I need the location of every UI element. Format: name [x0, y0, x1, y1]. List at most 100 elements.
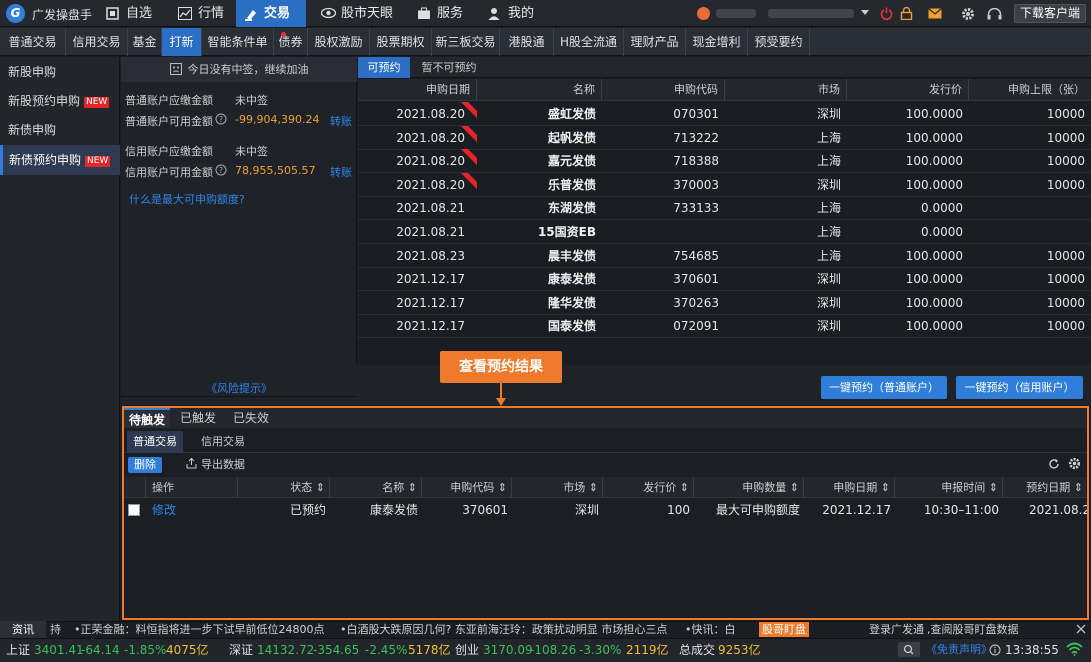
edit-link[interactable]: 修改	[146, 499, 238, 522]
tab-not-reservable[interactable]: 暂不可预约	[414, 57, 484, 78]
help-icon[interactable]: ?	[215, 113, 227, 125]
col-price[interactable]: 发行价 ⇕	[603, 477, 694, 498]
disclaimer-link[interactable]: 《免责声明》	[926, 638, 992, 662]
table-row[interactable]: 2021.08.20 嘉元发债 718388 上海 100.0000 10000	[358, 149, 1091, 174]
delete-button[interactable]: 删除	[128, 457, 162, 473]
table-row[interactable]: 2021.08.20 盛虹发债 070301 深圳 100.0000 10000	[358, 102, 1091, 126]
index-sh-label[interactable]: 上证	[6, 638, 30, 662]
subnav-tab-7[interactable]: 股票期权	[370, 28, 432, 56]
risk-warning-link[interactable]: 《风险提示》	[121, 380, 357, 396]
ticker-news-item[interactable]: •白酒股大跌原因几何? 东亚前海汪玲：政策扰动明显 市场担心三点	[340, 621, 679, 638]
sidebar-item-ipo[interactable]: 新股申购	[0, 57, 120, 87]
download-client-button[interactable]: 下载客户端	[1014, 4, 1086, 23]
lock-icon[interactable]	[900, 7, 913, 20]
login-link[interactable]: 登录广发通	[869, 621, 924, 638]
sidebar-item-label: 新股申购	[8, 65, 57, 79]
subnav-tab-8[interactable]: 新三板交易	[432, 28, 500, 56]
max-amount-link[interactable]: 什么是最大可申购额度?	[129, 191, 245, 207]
cell-date: 2021.12.17	[396, 295, 465, 310]
subnav-tab-6[interactable]: 股权激励	[308, 28, 370, 56]
index-sz-label[interactable]: 深证	[229, 638, 253, 662]
subnav-tab-9[interactable]: 港股通	[500, 28, 554, 56]
subnav-tab-1[interactable]: 信用交易	[66, 28, 128, 56]
table-row[interactable]: 2021.12.17 康泰发债 370601 深圳 100.0000 10000	[358, 267, 1091, 292]
subnav-tab-10[interactable]: H股全流通	[554, 28, 624, 56]
row-checkbox[interactable]	[128, 504, 140, 516]
col-code[interactable]: 申购代码	[602, 79, 725, 101]
col-resv-date[interactable]: 预约日期 ⇕	[1003, 477, 1087, 498]
export-button[interactable]: 导出数据	[186, 456, 245, 472]
table-row[interactable]: 2021.08.21 东湖发债 733133 上海 0.0000	[358, 196, 1091, 221]
index-cy-label[interactable]: 创业	[455, 638, 479, 662]
help-icon[interactable]: ?	[215, 164, 227, 176]
chevron-down-icon[interactable]	[860, 9, 870, 17]
headset-icon[interactable]	[987, 8, 1002, 20]
col-limit[interactable]: 申购上限（张）	[969, 79, 1091, 101]
nav-mine[interactable]: 我的	[480, 0, 544, 27]
sidebar-item-ipo-reserve[interactable]: 新股预约申购 NEW	[0, 86, 120, 116]
tab-reservable[interactable]: 可预约	[358, 57, 410, 78]
table-row: 修改 已预约 康泰发债 370601 深圳 100 最大可申购额度 2021.1…	[124, 499, 1087, 522]
tab-expired[interactable]: 已失效	[226, 408, 276, 428]
table-row[interactable]: 2021.08.20 起帆发债 713222 上海 100.0000 10000	[358, 125, 1091, 150]
cell-code: 733133	[673, 201, 719, 216]
power-icon[interactable]	[880, 7, 893, 20]
avatar[interactable]	[697, 7, 710, 20]
tab-pending[interactable]: 待触发	[124, 408, 170, 428]
col-name[interactable]: 名称 ⇕	[330, 477, 422, 498]
stock-watch-badge[interactable]: 股哥盯盘	[759, 622, 809, 637]
reserve-credit-button[interactable]: 一键预约（信用账户）	[956, 376, 1083, 399]
col-label: 预约日期	[1026, 481, 1071, 494]
tab-normal-trade[interactable]: 普通交易	[127, 431, 183, 453]
refresh-icon[interactable]	[1048, 458, 1060, 470]
tab-triggered[interactable]: 已触发	[174, 408, 222, 428]
tab-credit-trade[interactable]: 信用交易	[192, 431, 254, 453]
col-status[interactable]: 状态 ⇕	[238, 477, 330, 498]
sidebar-item-bond-reserve[interactable]: 新债预约申购 NEW	[0, 145, 120, 175]
subnav-tab-3[interactable]: 打新	[162, 28, 202, 56]
col-market[interactable]: 市场	[725, 79, 847, 101]
nav-skyeye[interactable]: 股市天眼	[313, 0, 403, 27]
news-label[interactable]: 资讯	[0, 621, 46, 638]
table-row[interactable]: 2021.12.17 国泰发债 072091 深圳 100.0000 10000	[358, 314, 1091, 339]
col-time[interactable]: 申报时间 ⇕	[895, 477, 1003, 498]
app-name: 广发操盘手	[32, 8, 93, 22]
subnav-tab-5[interactable]: 债券	[274, 28, 308, 56]
nav-watchlist[interactable]: 自选	[98, 0, 164, 27]
close-icon[interactable]	[1076, 624, 1086, 634]
table-row[interactable]: 2021.12.17 隆华发债 370263 深圳 100.0000 10000	[358, 291, 1091, 315]
mail-icon[interactable]	[928, 8, 942, 19]
sidebar-item-bond[interactable]: 新债申购	[0, 115, 120, 145]
transfer-link[interactable]: 转账	[330, 113, 352, 129]
table-row[interactable]: 2021.08.23 晨丰发债 754685 上海 100.0000 10000	[358, 244, 1091, 268]
subnav-tab-2[interactable]: 基金	[128, 28, 162, 56]
subnav-tab-12[interactable]: 现金增利	[686, 28, 748, 56]
col-date[interactable]: 申购日期	[358, 79, 477, 101]
col-qty[interactable]: 申购数量 ⇕	[694, 477, 804, 498]
table-row[interactable]: 2021.08.20 乐普发债 370003 深圳 100.0000 10000	[358, 172, 1091, 197]
reserve-normal-button[interactable]: 一键预约（普通账户）	[821, 376, 947, 399]
ticker-news-item[interactable]: •快讯：白	[685, 621, 757, 638]
nav-service[interactable]: 服务	[409, 0, 473, 27]
results-table-header: 操作 状态 ⇕ 名称 ⇕ 申购代码 ⇕ 市场 ⇕ 发行价 ⇕ 申购数量 ⇕ 申购…	[124, 477, 1087, 498]
nav-trade[interactable]: 交易	[236, 0, 306, 27]
subnav-tab-13[interactable]: 预受要约	[748, 28, 810, 56]
info-icon[interactable]	[989, 644, 1001, 656]
col-date[interactable]: 申购日期 ⇕	[804, 477, 895, 498]
col-name[interactable]: 名称	[477, 79, 602, 101]
ticker-news-item[interactable]: •正荣金融：料恒指将进一步下试早前低位24800点	[74, 621, 336, 638]
col-price[interactable]: 发行价	[847, 79, 969, 101]
gear-icon[interactable]	[961, 7, 975, 21]
col-code[interactable]: 申购代码 ⇕	[422, 477, 512, 498]
settings-icon[interactable]	[1068, 457, 1081, 470]
cell-limit: 10000	[1046, 295, 1085, 310]
subnav-tab-11[interactable]: 理财产品	[624, 28, 686, 56]
subnav-tab-0[interactable]: 普通交易	[0, 28, 66, 56]
table-row[interactable]: 2021.08.21 15国资EB 上海 0.0000	[358, 220, 1091, 244]
transfer-link[interactable]: 转账	[330, 164, 352, 180]
search-icon[interactable]	[898, 642, 920, 657]
nav-market[interactable]: 行情	[170, 0, 234, 27]
cell-code: 070301	[673, 107, 719, 121]
subnav-tab-4[interactable]: 智能条件单	[202, 28, 274, 56]
col-market[interactable]: 市场 ⇕	[512, 477, 603, 498]
